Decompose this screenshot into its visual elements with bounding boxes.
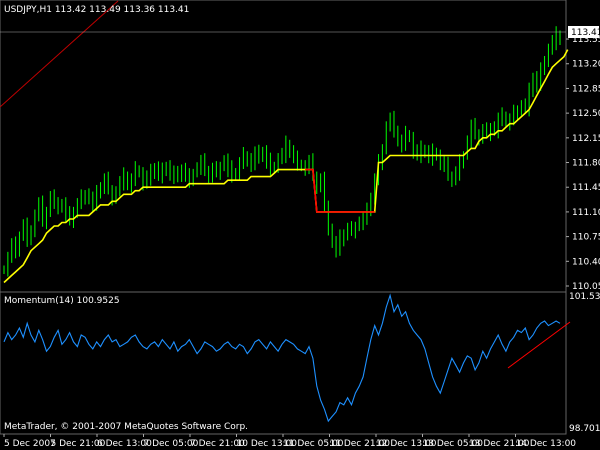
moving-average-break-segment (305, 168, 375, 213)
price-tick-label: 110.40 (572, 257, 600, 267)
moving-average-line (3, 49, 569, 284)
price-tick-label: 111.45 (572, 183, 600, 193)
price-tick-label: 110.75 (572, 233, 600, 243)
momentum-line (3, 293, 561, 423)
copyright-watermark: MetaTrader, © 2001-2007 MetaQuotes Softw… (4, 422, 248, 432)
price-panel-border (0, 0, 567, 293)
price-tick-label: 113.20 (572, 60, 600, 70)
momentum-panel-border (0, 291, 567, 435)
momentum-tick-label: 98.7014 (569, 424, 600, 434)
time-tick-label: 14 Dec 13:00 (516, 439, 577, 449)
moving-average-break (305, 168, 375, 213)
current-price-label: 113.41 (571, 28, 600, 38)
momentum-panel[interactable]: Momentum(14) 100.9525 101.5367 98.7014 Me… (0, 291, 600, 435)
price-panel[interactable]: 113.55113.20112.85112.50112.15111.80111.… (0, 0, 600, 293)
trend-line-lower[interactable] (507, 321, 571, 369)
trend-line-upper[interactable] (0, 0, 119, 108)
price-axis: 113.55113.20112.85112.50112.15111.80111.… (566, 35, 600, 292)
time-axis: 5 Dec 20075 Dec 21:006 Dec 13:007 Dec 05… (3, 434, 577, 449)
price-tick-label: 111.80 (572, 159, 600, 169)
price-tick-label: 112.50 (572, 109, 600, 119)
price-tick-label: 111.10 (572, 208, 600, 218)
price-series (3, 26, 561, 277)
momentum-axis: 101.5367 98.7014 (569, 292, 600, 434)
price-tick-label: 112.85 (572, 84, 600, 94)
price-tick-label: 110.05 (572, 282, 600, 292)
chart-canvas[interactable]: 113.55113.20112.85112.50112.15111.80111.… (0, 0, 600, 450)
time-tick-label: 5 Dec 2007 (4, 439, 56, 449)
momentum-tick-label: 101.5367 (569, 292, 600, 302)
symbol-header: USDJPY,H1 113.42 113.49 113.36 113.41 (4, 5, 189, 15)
price-tick-label: 112.15 (572, 134, 600, 144)
momentum-header: Momentum(14) 100.9525 (4, 296, 120, 306)
